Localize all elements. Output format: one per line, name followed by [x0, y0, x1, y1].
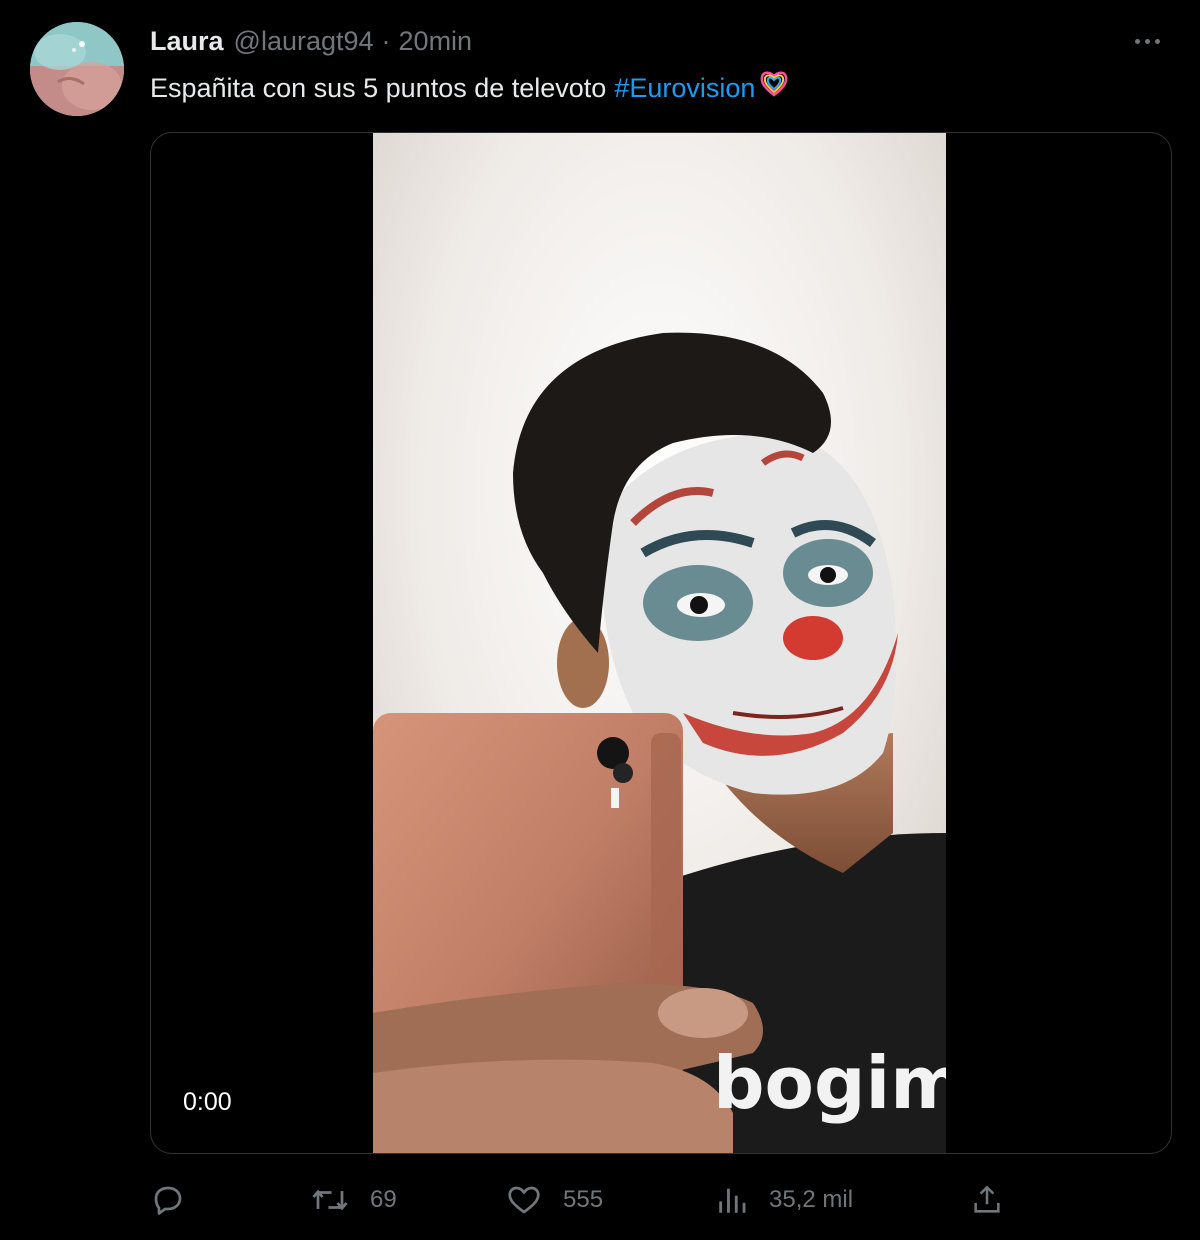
video-thumbnail: bogim	[373, 133, 946, 1153]
avatar-image	[30, 22, 124, 116]
avatar[interactable]	[30, 22, 124, 116]
tweet-time[interactable]: 20min	[399, 26, 473, 57]
more-dot	[1154, 38, 1160, 44]
like-count: 555	[563, 1186, 604, 1213]
reply-button[interactable]	[150, 1176, 186, 1224]
share-button[interactable]	[970, 1176, 1004, 1224]
views-count: 35,2 mil	[769, 1186, 854, 1213]
heart-icon	[508, 1186, 540, 1214]
video-frame[interactable]: bogim	[373, 133, 946, 1153]
more-dot	[1144, 38, 1150, 44]
views-button[interactable]: 35,2 mil	[715, 1176, 853, 1224]
tweet: Laura @lauragt94 · 20min Españita con su…	[0, 0, 1200, 1240]
like-button[interactable]: 555	[505, 1176, 603, 1224]
action-bar: 69 555 35,2 mil	[150, 1176, 1010, 1224]
retweet-icon	[312, 1189, 348, 1211]
views-icon	[719, 1188, 746, 1213]
share-icon	[974, 1185, 1000, 1213]
separator: ·	[381, 25, 391, 56]
eurovision-heart-icon	[759, 68, 789, 107]
retweet-button[interactable]: 69	[310, 1176, 397, 1224]
hashtag-link[interactable]: #Eurovision	[614, 70, 755, 106]
display-name[interactable]: Laura	[150, 26, 224, 57]
tweet-header: Laura @lauragt94 · 20min	[150, 24, 472, 58]
more-button[interactable]	[1124, 26, 1170, 56]
shirt-text: bogim	[713, 1041, 946, 1125]
user-handle[interactable]: @lauragt94	[234, 26, 374, 57]
more-horizontal-icon	[1134, 38, 1140, 44]
video-timestamp: 0:00	[183, 1088, 232, 1116]
video-player[interactable]: bogim 0:00	[150, 132, 1172, 1154]
retweet-count: 69	[370, 1186, 397, 1213]
tweet-body: Españita con sus 5 puntos de televoto	[150, 72, 607, 103]
tweet-text: Españita con sus 5 puntos de televoto #E…	[150, 68, 789, 107]
reply-icon	[154, 1186, 182, 1215]
